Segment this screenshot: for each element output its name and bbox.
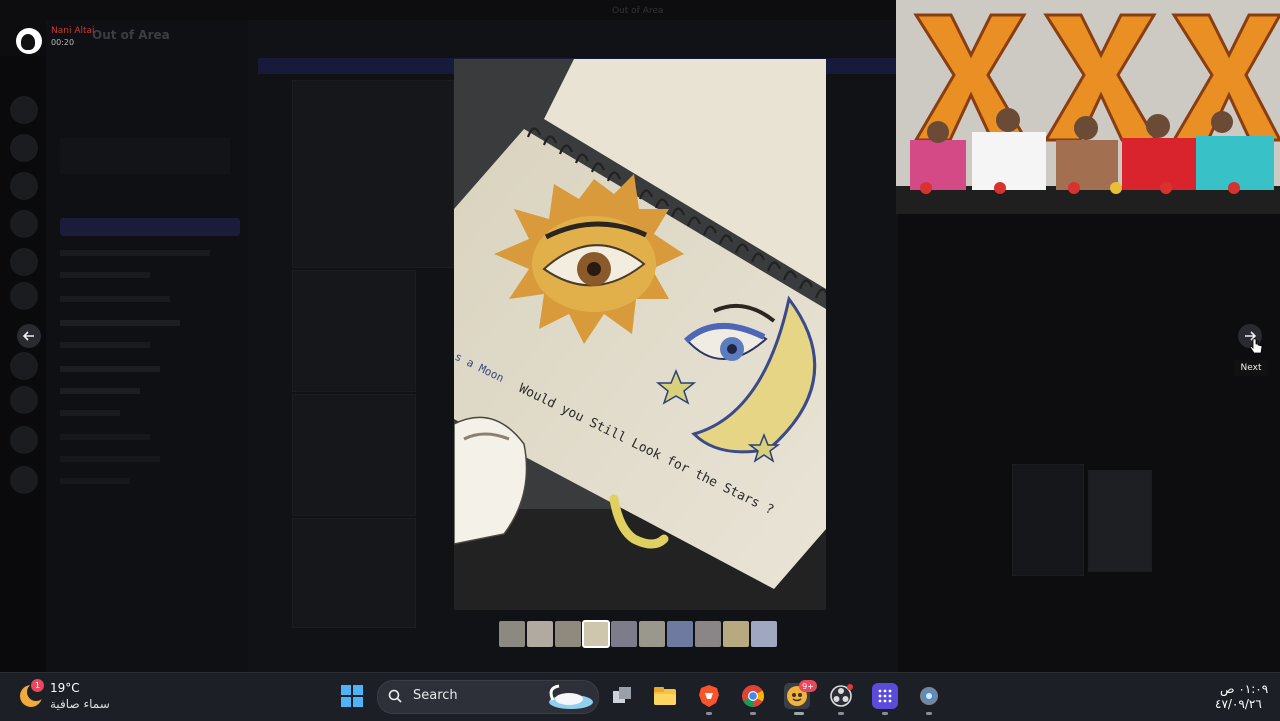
task-view-icon[interactable] xyxy=(609,683,635,709)
server-icon[interactable] xyxy=(10,96,38,124)
image-thumbnail[interactable] xyxy=(639,621,665,647)
chrome-icon[interactable] xyxy=(740,683,766,709)
sidebar-notice xyxy=(60,138,230,174)
image-thumbnail[interactable] xyxy=(582,620,610,648)
image-thumbnail[interactable] xyxy=(499,621,525,647)
channel-item[interactable] xyxy=(60,388,140,394)
channel-item[interactable] xyxy=(60,434,150,440)
server-icon[interactable] xyxy=(10,210,38,238)
media-cell[interactable] xyxy=(292,518,416,628)
launcher-icon[interactable] xyxy=(872,683,898,709)
thumbnail-strip xyxy=(499,620,777,648)
channel-item[interactable] xyxy=(60,320,180,326)
server-icon[interactable] xyxy=(10,282,38,310)
settings-icon[interactable] xyxy=(916,683,942,709)
channel-item[interactable] xyxy=(60,296,170,302)
weather-condition[interactable]: سماء صافية xyxy=(50,697,110,711)
image-thumbnail[interactable] xyxy=(667,621,693,647)
media-cell[interactable] xyxy=(1012,464,1084,576)
running-indicator xyxy=(750,712,756,715)
brave-icon[interactable] xyxy=(696,683,722,709)
channel-item[interactable] xyxy=(60,456,160,462)
start-icon[interactable] xyxy=(339,683,365,709)
clock-time[interactable]: ٠١:٠٩ ص xyxy=(1220,682,1268,696)
discord-badge: 9+ xyxy=(799,680,817,692)
image-thumbnail[interactable] xyxy=(555,621,581,647)
window-title: Out of Area xyxy=(612,6,664,16)
image-thumbnail[interactable] xyxy=(751,621,777,647)
search-icon xyxy=(388,689,402,703)
image-preview[interactable]: s a Moon Would you Still Look for the St… xyxy=(454,59,826,610)
media-cell[interactable] xyxy=(292,394,416,516)
server-name[interactable]: Out of Area xyxy=(92,28,170,42)
active-indicator xyxy=(794,712,804,715)
image-thumbnail[interactable] xyxy=(723,621,749,647)
server-icon[interactable] xyxy=(10,352,38,380)
image-thumbnail[interactable] xyxy=(611,621,637,647)
running-indicator xyxy=(706,712,712,715)
hand-cursor-icon xyxy=(1249,338,1263,354)
swan-search-highlight-icon xyxy=(549,684,593,709)
caller-name: Nani Altai xyxy=(51,26,95,36)
server-icon[interactable] xyxy=(10,134,38,162)
image-thumbnail[interactable] xyxy=(695,621,721,647)
server-icon[interactable] xyxy=(10,248,38,276)
server-icon[interactable] xyxy=(10,466,38,494)
weather-badge: 1 xyxy=(31,679,44,692)
image-thumbnail[interactable] xyxy=(527,621,553,647)
taskbar xyxy=(0,672,1280,721)
running-indicator xyxy=(882,712,888,715)
previous-button[interactable] xyxy=(17,324,41,348)
running-indicator xyxy=(838,712,844,715)
video-overlay[interactable] xyxy=(896,0,1280,214)
channel-item[interactable] xyxy=(60,342,150,348)
media-cell[interactable] xyxy=(292,80,454,268)
search-label[interactable]: Search xyxy=(413,688,458,703)
next-tooltip: Next xyxy=(1234,360,1268,376)
call-duration: 00:20 xyxy=(51,38,75,47)
media-cell[interactable] xyxy=(1088,470,1152,572)
file-explorer-icon[interactable] xyxy=(652,683,678,709)
channel-item[interactable] xyxy=(60,250,210,256)
running-indicator xyxy=(926,712,932,715)
sidebar-action-button[interactable] xyxy=(60,218,240,236)
channel-item[interactable] xyxy=(60,478,130,484)
obs-icon[interactable] xyxy=(828,683,854,709)
arrow-left-icon xyxy=(22,331,34,341)
media-cell[interactable] xyxy=(292,270,416,392)
weather-temperature[interactable]: 19°C xyxy=(50,681,80,695)
avatar xyxy=(16,28,42,54)
server-icon[interactable] xyxy=(10,426,38,454)
channel-item[interactable] xyxy=(60,366,160,372)
server-icon[interactable] xyxy=(10,386,38,414)
channel-item[interactable] xyxy=(60,272,150,278)
clock-date[interactable]: ٤٧/٠٩/٢٦ xyxy=(1215,697,1262,711)
server-rail xyxy=(0,56,46,672)
server-icon[interactable] xyxy=(10,172,38,200)
channel-item[interactable] xyxy=(60,410,120,416)
